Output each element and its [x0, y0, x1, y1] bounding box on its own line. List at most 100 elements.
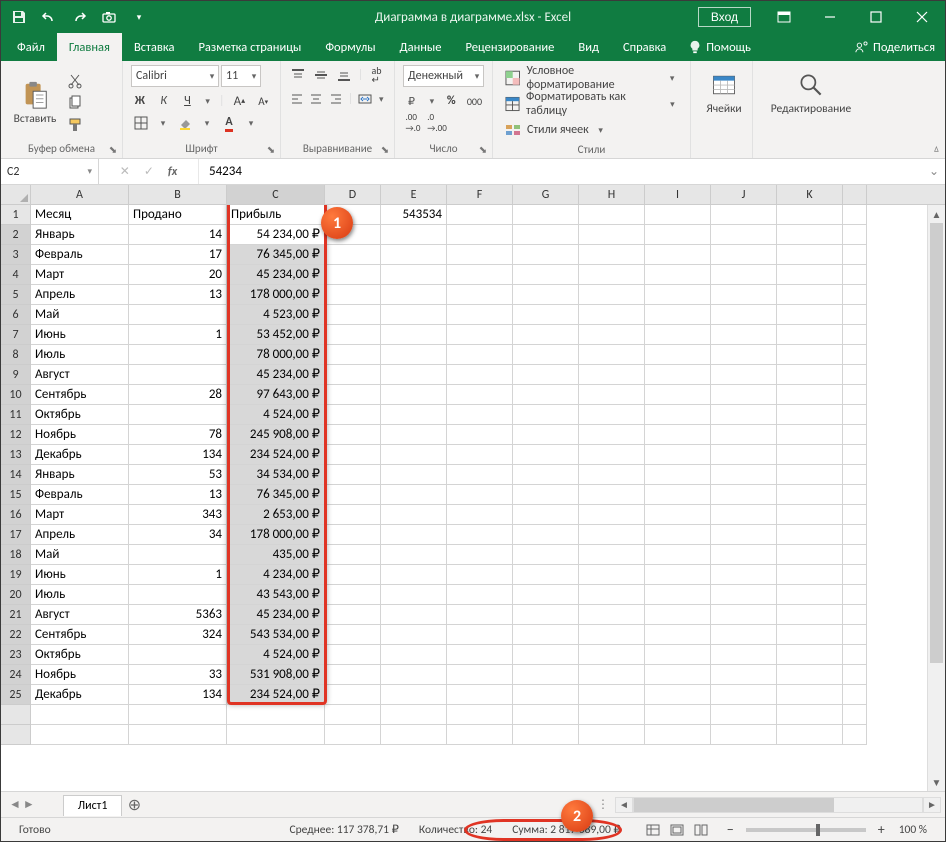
cell[interactable]: [843, 465, 867, 485]
cell[interactable]: [777, 585, 843, 605]
row-header[interactable]: 24: [1, 665, 31, 685]
cell[interactable]: [711, 605, 777, 625]
cell[interactable]: [381, 465, 447, 485]
qat-dropdown-icon[interactable]: ▾: [131, 9, 147, 25]
cell[interactable]: [711, 565, 777, 585]
cell[interactable]: 97 643,00 ₽: [227, 385, 325, 405]
cell[interactable]: 543 534,00 ₽: [227, 625, 325, 645]
cell[interactable]: [447, 585, 513, 605]
zoom-level[interactable]: 100 %: [899, 823, 927, 837]
tab-view[interactable]: Вид: [566, 33, 611, 61]
cell[interactable]: [711, 265, 777, 285]
borders-dd-icon[interactable]: ▾: [157, 118, 169, 129]
cell[interactable]: [711, 365, 777, 385]
cell[interactable]: [381, 525, 447, 545]
font-color-icon[interactable]: A: [219, 113, 239, 133]
cell[interactable]: [645, 205, 711, 225]
cell[interactable]: [325, 345, 381, 365]
expand-formula-icon[interactable]: ⌄: [923, 159, 945, 184]
cell[interactable]: 45 234,00 ₽: [227, 605, 325, 625]
cell[interactable]: [447, 525, 513, 545]
cell[interactable]: [645, 585, 711, 605]
cell[interactable]: [447, 365, 513, 385]
col-header-G[interactable]: G: [513, 185, 579, 204]
cell[interactable]: [381, 685, 447, 705]
cell[interactable]: [227, 705, 325, 725]
cell[interactable]: [447, 325, 513, 345]
cell[interactable]: [645, 665, 711, 685]
cell[interactable]: [579, 705, 645, 725]
cell[interactable]: [777, 265, 843, 285]
cell[interactable]: [777, 565, 843, 585]
row-header[interactable]: 6: [1, 305, 31, 325]
cell[interactable]: [579, 405, 645, 425]
cell[interactable]: [381, 625, 447, 645]
fill-dd-icon[interactable]: ▾: [201, 118, 213, 129]
cell[interactable]: [447, 425, 513, 445]
enter-formula-icon[interactable]: ✓: [144, 164, 154, 179]
cell[interactable]: [711, 325, 777, 345]
cell[interactable]: [645, 225, 711, 245]
cell[interactable]: [645, 445, 711, 465]
cell[interactable]: [447, 705, 513, 725]
row-header[interactable]: 3: [1, 245, 31, 265]
cell[interactable]: [447, 205, 513, 225]
cell[interactable]: [447, 385, 513, 405]
cell[interactable]: [645, 545, 711, 565]
ribbon-options-icon[interactable]: [761, 1, 807, 33]
view-pagebreak-icon[interactable]: [689, 821, 713, 839]
col-header-B[interactable]: B: [129, 185, 227, 204]
cell[interactable]: [513, 705, 579, 725]
row-header[interactable]: 18: [1, 545, 31, 565]
cell[interactable]: 178 000,00 ₽: [227, 285, 325, 305]
row-header[interactable]: 13: [1, 445, 31, 465]
cell[interactable]: [579, 285, 645, 305]
cancel-formula-icon[interactable]: ✕: [120, 164, 130, 179]
cell[interactable]: [843, 625, 867, 645]
cell[interactable]: [447, 225, 513, 245]
cell[interactable]: [843, 325, 867, 345]
cell[interactable]: [579, 245, 645, 265]
hscroll-thumb[interactable]: [634, 798, 834, 812]
cell[interactable]: [381, 585, 447, 605]
tab-insert[interactable]: Вставка: [122, 33, 187, 61]
scroll-right-icon[interactable]: ►: [923, 797, 941, 813]
cell[interactable]: [645, 505, 711, 525]
col-header-C[interactable]: C: [227, 185, 325, 204]
merge-icon[interactable]: [357, 89, 373, 109]
cell[interactable]: 17: [129, 245, 227, 265]
tab-layout[interactable]: Разметка страницы: [186, 33, 313, 61]
cell[interactable]: 1: [129, 325, 227, 345]
cell[interactable]: [711, 525, 777, 545]
percent-icon[interactable]: %: [442, 91, 461, 111]
cell[interactable]: 45 234,00 ₽: [227, 365, 325, 385]
cell[interactable]: Месяц: [31, 205, 129, 225]
cell[interactable]: 76 345,00 ₽: [227, 245, 325, 265]
cell[interactable]: [711, 245, 777, 265]
tab-review[interactable]: Рецензирование: [453, 33, 566, 61]
zoom-out-button[interactable]: −: [723, 821, 738, 838]
cell[interactable]: [513, 505, 579, 525]
col-header-H[interactable]: H: [579, 185, 645, 204]
cell[interactable]: [711, 285, 777, 305]
cell[interactable]: [325, 665, 381, 685]
currency-dd-icon[interactable]: ▾: [426, 96, 438, 107]
cell[interactable]: [777, 605, 843, 625]
cell[interactable]: [447, 565, 513, 585]
zoom-slider[interactable]: [746, 828, 866, 832]
redo-icon[interactable]: [71, 9, 87, 25]
cell[interactable]: [325, 505, 381, 525]
cell[interactable]: [513, 605, 579, 625]
cell-styles-button[interactable]: Стили ячеек▾: [501, 119, 682, 141]
undo-icon[interactable]: [41, 9, 57, 25]
copy-icon[interactable]: [65, 93, 85, 113]
cell[interactable]: 34: [129, 525, 227, 545]
cell[interactable]: [513, 545, 579, 565]
row-header[interactable]: 15: [1, 485, 31, 505]
cell[interactable]: [777, 285, 843, 305]
cell[interactable]: [447, 405, 513, 425]
increase-font-icon[interactable]: A▴: [230, 91, 248, 111]
cell[interactable]: Июль: [31, 345, 129, 365]
cell[interactable]: [843, 565, 867, 585]
comma-icon[interactable]: 000: [465, 91, 484, 111]
